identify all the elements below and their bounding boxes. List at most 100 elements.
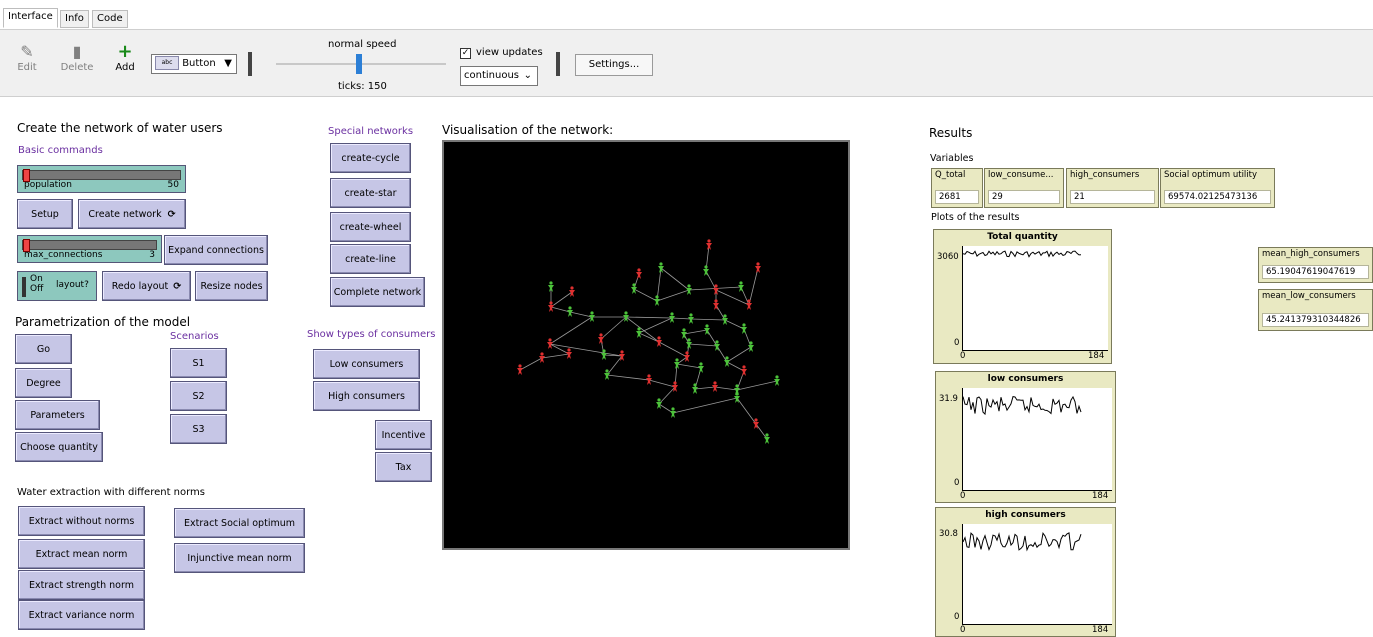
low-consumer-node [636,327,642,338]
network-link [705,270,717,291]
tab-info[interactable]: Info [60,10,89,28]
s3-button[interactable]: S3 [170,414,227,444]
create-wheel-button[interactable]: create-wheel [330,212,411,242]
choose-quantity-button[interactable]: Choose quantity [15,432,103,462]
plot-low-consumers: low consumers 31.9 0 0 184 [935,371,1116,503]
network-link [549,316,593,345]
switch-label: layout? [56,280,89,290]
plot-line [962,531,1082,552]
low-consumers-button[interactable]: Low consumers [313,349,420,379]
low-consumer-node [604,369,610,380]
toolbar: ✎ Edit ▮ Delete + Add abc Button ▼ norma… [0,29,1373,97]
network-link [550,291,573,308]
go-button[interactable]: Go [15,334,72,364]
population-slider[interactable]: population 50 [17,165,186,193]
extract-variance-norm-button[interactable]: Extract variance norm [18,600,145,630]
low-consumer-node [658,262,664,273]
scenarios-label: Scenarios [170,331,219,342]
complete-network-button[interactable]: Complete network [330,277,425,307]
network-link [683,329,708,335]
visualisation-heading: Visualisation of the network: [442,123,614,137]
tab-bar: Interface Info Code [0,0,1373,30]
network-link [714,386,738,391]
high-consumer-node [755,262,761,273]
trash-icon: ▮ [72,42,82,61]
network-link [658,386,676,405]
plot-line-series [962,395,1082,416]
plus-icon: + [117,41,133,62]
low-consumer-node [764,433,770,444]
create-line-button[interactable]: create-line [330,244,411,274]
network-link [625,316,660,343]
high-consumer-node [656,336,662,347]
water-extraction-heading: Water extraction with different norms [17,487,206,498]
resize-nodes-button[interactable]: Resize nodes [195,271,268,301]
network-link [724,319,745,330]
parameters-button[interactable]: Parameters [15,400,100,430]
low-consumer-node [741,323,747,334]
network-link [625,316,673,319]
switch-toggle[interactable] [22,277,26,297]
social-optimum-monitor: Social optimum utility 69574.02125473136 [1160,168,1275,208]
network-link [755,423,768,440]
degree-button[interactable]: Degree [15,368,72,398]
mean-high-consumers-monitor: mean_high_consumers 65.19047619047619 [1258,247,1373,283]
edit-button[interactable]: ✎ Edit [12,42,42,73]
tax-button[interactable]: Tax [375,452,432,482]
toolbar-separator [248,52,252,76]
redo-layout-button[interactable]: Redo layout ⟳ [102,271,191,301]
show-types-label: Show types of consumers [307,329,436,340]
ticks-label: ticks: 150 [338,81,387,92]
tab-code[interactable]: Code [92,10,128,28]
injunctive-mean-norm-button[interactable]: Injunctive mean norm [174,543,305,573]
network-link [658,341,688,358]
results-heading: Results [929,126,973,140]
extract-social-optimum-button[interactable]: Extract Social optimum [174,508,305,538]
incentive-button[interactable]: Incentive [375,420,432,450]
high-consumer-node [517,364,523,375]
create-star-button[interactable]: create-star [330,178,411,208]
chevron-down-icon: ⌄ [523,70,532,81]
speed-slider-thumb[interactable] [356,54,362,74]
high-consumer-node [712,381,718,392]
high-consumers-button[interactable]: High consumers [313,381,420,411]
plot-total-quantity: Total quantity 3060 0 0 184 [933,229,1112,364]
create-network-button[interactable]: Create network ⟳ [78,199,186,229]
network-link [715,289,750,306]
add-button[interactable]: + Add [110,41,140,74]
mean-low-consumers-monitor: mean_low_consumers 45.241379310344826 [1258,289,1373,331]
settings-button[interactable]: Settings... [575,54,653,76]
low-consumer-node [774,375,780,386]
network-link [726,346,752,363]
network-link [519,357,543,371]
widget-type-dropdown[interactable]: abc Button ▼ [151,54,237,74]
network-link [648,379,676,388]
low-consumer-node [656,398,662,409]
extract-strength-norm-button[interactable]: Extract strength norm [18,570,145,600]
layout-switch[interactable]: On Off layout? [17,271,97,301]
create-cycle-button[interactable]: create-cycle [330,143,411,173]
plot-line-series [962,250,1082,258]
delete-button[interactable]: ▮ Delete [58,42,96,73]
max-connections-slider[interactable]: max_connections 3 [17,235,162,263]
plot-line-series [962,531,1082,552]
extract-without-norms-button[interactable]: Extract without norms [18,506,145,536]
network-link [706,329,718,347]
basic-commands-label: Basic commands [18,145,103,156]
world-view[interactable] [442,140,850,550]
s1-button[interactable]: S1 [170,348,227,378]
view-updates-label: view updates [476,47,543,58]
low-consumer-node [738,281,744,292]
high-consumer-node [566,348,572,359]
extract-mean-norm-button[interactable]: Extract mean norm [18,539,145,569]
setup-button[interactable]: Setup [17,199,73,229]
tab-interface[interactable]: Interface [3,8,58,28]
expand-connections-button[interactable]: Expand connections [164,235,268,265]
network-link [736,397,757,425]
network-link [694,386,716,390]
update-mode-dropdown[interactable]: continuous ⌄ [460,66,538,86]
network-link [715,304,726,321]
s2-button[interactable]: S2 [170,381,227,411]
view-updates-checkbox[interactable]: ✓ [460,48,471,59]
create-network-heading: Create the network of water users [17,121,223,135]
